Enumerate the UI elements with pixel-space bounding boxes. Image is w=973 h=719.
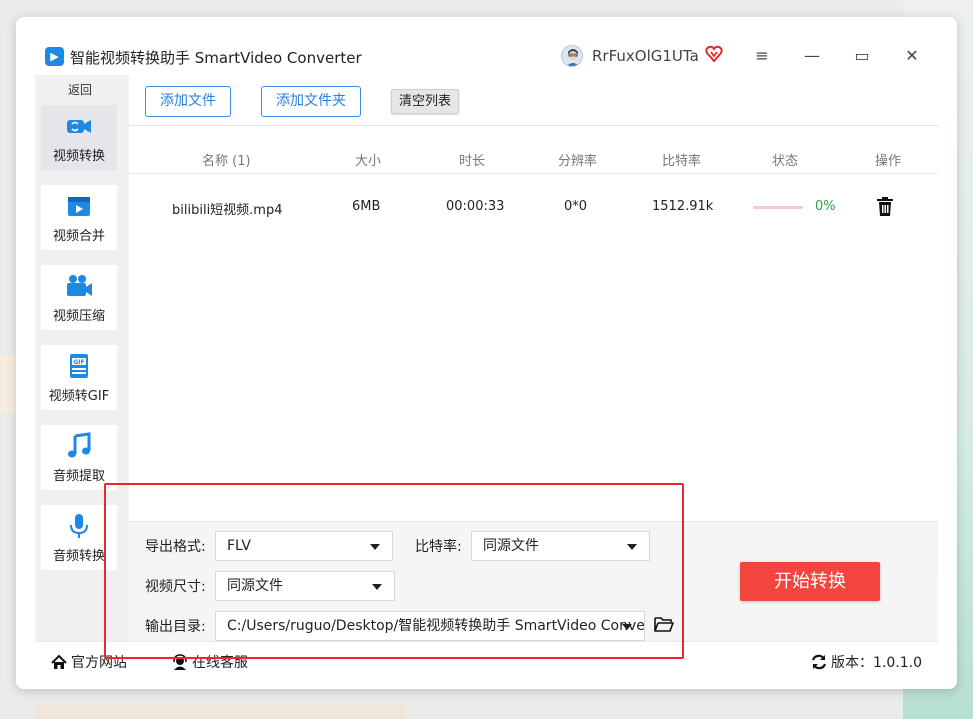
video-compress-icon: [67, 275, 92, 296]
title-bar[interactable]: ▶ 智能视频转换助手 SmartVideo Converter RrFuxOlG…: [16, 17, 957, 75]
progress-percent: 0%: [815, 199, 836, 214]
size-select-value: 同源文件: [227, 578, 283, 594]
sidebar: 返回 视频转换 视频合并 视频压缩 GIF 视频转GIF 音频提取 音频转换: [35, 75, 129, 641]
video-merge-icon: [68, 197, 90, 216]
start-convert-button[interactable]: 开始转换: [740, 562, 880, 601]
svg-text:GIF: GIF: [73, 359, 84, 366]
sidebar-item-label: 视频转GIF: [48, 389, 110, 404]
file-list: 名称 (1) 大小 时长 分辨率 比特率 状态 操作 bilibili短视频.m…: [129, 125, 938, 521]
app-window: ▶ 智能视频转换助手 SmartVideo Converter RrFuxOlG…: [16, 17, 957, 689]
background-bottom-strip: [35, 705, 405, 719]
add-file-button[interactable]: 添加文件: [145, 86, 231, 117]
file-bitrate: 1512.91k: [652, 199, 714, 214]
home-icon: [51, 654, 67, 669]
file-name: bilibili短视频.mp4: [172, 203, 283, 218]
sidebar-item-label: 音频提取: [52, 469, 105, 484]
bitrate-select-value: 同源文件: [483, 538, 539, 554]
add-folder-button[interactable]: 添加文件夹: [261, 86, 361, 117]
format-select-value: FLV: [227, 538, 251, 554]
format-label: 导出格式:: [145, 539, 206, 555]
column-header-resolution[interactable]: 分辨率: [558, 150, 597, 169]
sidebar-item-audio-convert[interactable]: 音频转换: [41, 505, 117, 570]
clear-list-button[interactable]: 清空列表: [391, 89, 459, 114]
column-header-size[interactable]: 大小: [355, 150, 381, 169]
format-select[interactable]: FLV: [215, 531, 393, 561]
chevron-down-icon: [372, 584, 382, 590]
chevron-down-icon: [370, 544, 380, 550]
avatar-icon[interactable]: [561, 45, 583, 67]
sidebar-item-label: 视频合并: [52, 229, 105, 244]
chevron-down-icon: [627, 544, 637, 550]
output-dir-value: C:/Users/ruguo/Desktop/智能视频转换助手 SmartVid…: [227, 618, 644, 634]
sidebar-item-video-convert[interactable]: 视频转换: [41, 105, 117, 170]
header-divider: [129, 173, 938, 174]
app-logo-icon: ▶: [45, 47, 64, 66]
online-support-link[interactable]: 在线客服: [172, 652, 248, 672]
official-website-label: 官方网站: [71, 655, 127, 671]
app-title: 智能视频转换助手 SmartVideo Converter: [70, 49, 362, 67]
sidebar-item-video-merge[interactable]: 视频合并: [41, 185, 117, 250]
column-header-name[interactable]: 名称 (1): [202, 150, 251, 169]
file-duration: 00:00:33: [446, 199, 505, 214]
microphone-icon: [70, 514, 88, 538]
user-name[interactable]: RrFuxOlG1UTa: [592, 47, 699, 65]
size-label: 视频尺寸:: [145, 579, 206, 595]
version-label: 版本：1.0.1.0: [831, 655, 922, 671]
footer-bar: 官方网站 在线客服 版本：1.0.1.0: [35, 641, 938, 683]
file-resolution: 0*0: [564, 199, 588, 214]
column-header-status[interactable]: 状态: [772, 150, 798, 169]
sidebar-item-label: 音频转换: [52, 549, 105, 564]
bitrate-select[interactable]: 同源文件: [471, 531, 650, 561]
menu-icon[interactable]: ≡: [752, 46, 772, 66]
minimize-icon[interactable]: —: [802, 46, 822, 66]
music-note-icon: [68, 432, 91, 458]
official-website-link[interactable]: 官方网站: [51, 652, 127, 672]
trash-icon[interactable]: [876, 197, 894, 217]
back-button[interactable]: 返回: [35, 81, 125, 98]
sidebar-item-video-compress[interactable]: 视频压缩: [41, 265, 117, 330]
output-dir-label: 输出目录:: [145, 619, 206, 635]
close-icon[interactable]: ✕: [902, 46, 922, 66]
folder-open-icon[interactable]: [654, 616, 674, 632]
progress-bar: [753, 206, 803, 209]
vip-heart-icon[interactable]: [705, 45, 723, 63]
sidebar-item-audio-extract[interactable]: 音频提取: [41, 425, 117, 490]
gif-icon: GIF: [70, 354, 88, 378]
column-header-bitrate[interactable]: 比特率: [662, 150, 701, 169]
refresh-icon[interactable]: [811, 654, 827, 670]
output-settings-panel: 导出格式: FLV 比特率: 同源文件 视频尺寸: 同源文件 输出目录: C:/…: [129, 521, 938, 641]
output-dir-select[interactable]: C:/Users/ruguo/Desktop/智能视频转换助手 SmartVid…: [215, 611, 645, 641]
size-select[interactable]: 同源文件: [215, 571, 395, 601]
chevron-down-icon: [622, 624, 632, 630]
column-header-duration[interactable]: 时长: [459, 150, 485, 169]
online-support-label: 在线客服: [192, 655, 248, 671]
sidebar-item-label: 视频压缩: [52, 309, 105, 324]
bitrate-label: 比特率:: [415, 539, 462, 555]
maximize-icon[interactable]: ▭: [852, 46, 872, 66]
version-info: 版本：1.0.1.0: [811, 652, 922, 672]
video-convert-icon: [67, 120, 91, 133]
sidebar-item-label: 视频转换: [52, 149, 105, 164]
file-size: 6MB: [352, 199, 381, 214]
column-header-actions[interactable]: 操作: [875, 150, 901, 169]
headset-icon: [173, 654, 187, 670]
sidebar-item-video-gif[interactable]: GIF 视频转GIF: [41, 345, 117, 410]
